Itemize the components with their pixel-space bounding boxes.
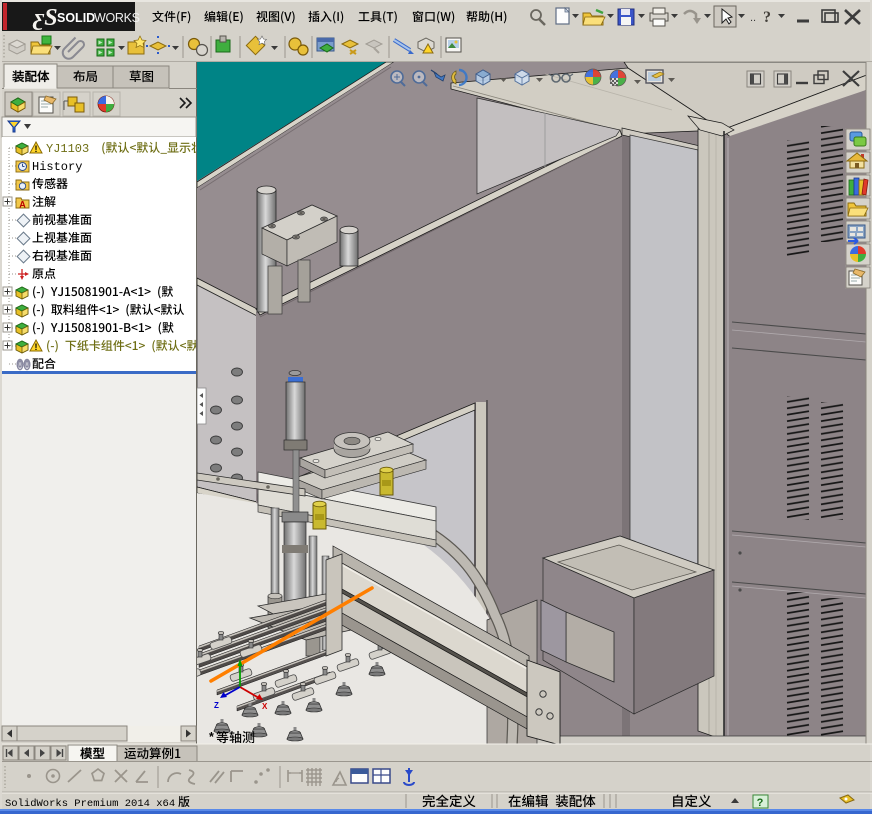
svg-text:!: !	[35, 144, 38, 154]
svg-text:?: ?	[757, 797, 764, 809]
svg-text:SolidWorks Premium 2014 x64: SolidWorks Premium 2014 x64	[5, 798, 175, 810]
svg-text:SOLID: SOLID	[57, 11, 95, 25]
svg-text:Z: Z	[214, 701, 219, 710]
svg-text:YJ1103: YJ1103	[46, 142, 89, 156]
svg-text:?: ?	[763, 9, 771, 26]
svg-text:X: X	[262, 702, 268, 711]
svg-text:ƹS: ƹS	[32, 5, 58, 31]
svg-text:WORKS: WORKS	[94, 11, 140, 25]
svg-text:A: A	[19, 200, 26, 210]
svg-text:*: *	[209, 730, 214, 744]
svg-text:..: ..	[750, 12, 756, 24]
svg-text:History: History	[32, 160, 82, 174]
svg-text:!: !	[35, 342, 38, 352]
